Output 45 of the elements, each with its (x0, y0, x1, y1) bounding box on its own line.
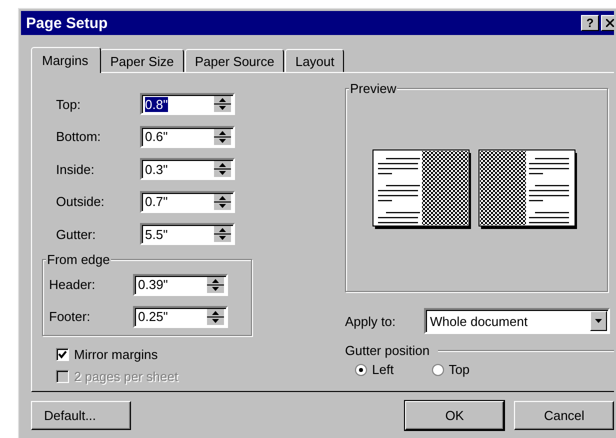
checkbox-label: Mirror margins (74, 347, 158, 362)
apply-to-dropdown[interactable]: Whole document (424, 308, 610, 334)
spin-arrows-icon[interactable] (207, 276, 224, 292)
field-label: Inside: (56, 162, 96, 177)
radio-label: Left (372, 362, 394, 377)
apply-to-label: Apply to: (345, 314, 397, 328)
tab[interactable]: Paper Size (100, 49, 184, 72)
spin-field[interactable]: 0.6" (140, 126, 235, 148)
tab[interactable]: Layout (285, 49, 344, 72)
spin-field[interactable]: 0.3" (140, 158, 235, 180)
field-label: Footer: (49, 309, 92, 324)
tab[interactable]: Paper Source (184, 49, 284, 72)
close-button[interactable] (601, 15, 614, 31)
radio-button[interactable] (355, 364, 367, 376)
ok-button[interactable]: OK (404, 401, 504, 430)
spin-arrows-icon[interactable] (214, 128, 231, 145)
help-button[interactable]: ? (581, 15, 599, 31)
group-title: Gutter position (345, 343, 430, 358)
group-title: Preview (349, 81, 398, 96)
field-label: Header: (49, 277, 96, 292)
spin-arrows-icon[interactable] (214, 161, 231, 178)
field-label: Gutter: (56, 226, 97, 242)
spin-field[interactable]: 0.25" (133, 306, 228, 328)
tab[interactable]: Margins (31, 47, 102, 73)
spin-arrows-icon[interactable] (207, 308, 224, 324)
field-label: Top: (56, 96, 82, 112)
radio-label: Top (448, 362, 470, 377)
window-title: Page Setup (26, 14, 109, 32)
spin-arrows-icon[interactable] (214, 194, 231, 210)
field-label: Bottom: (56, 129, 102, 144)
radio-button[interactable] (432, 364, 444, 376)
close-icon (606, 19, 614, 27)
group-title: From edge (46, 252, 111, 266)
checkbox-label: 2 pages per sheet (74, 369, 178, 384)
spin-field[interactable]: 0.39" (133, 274, 228, 296)
caret-icon (595, 319, 602, 323)
cancel-button[interactable]: Cancel (514, 401, 614, 430)
spin-field[interactable]: 0.7" (140, 190, 235, 213)
field-label: Outside: (56, 194, 106, 210)
spin-arrows-icon[interactable] (214, 226, 231, 242)
spin-arrows-icon[interactable] (214, 96, 231, 112)
spin-field[interactable]: 5.5" (140, 223, 235, 246)
default-button[interactable]: Default... (31, 401, 131, 430)
checkbox[interactable] (56, 348, 69, 361)
spin-field[interactable]: 0.8" (140, 93, 235, 116)
